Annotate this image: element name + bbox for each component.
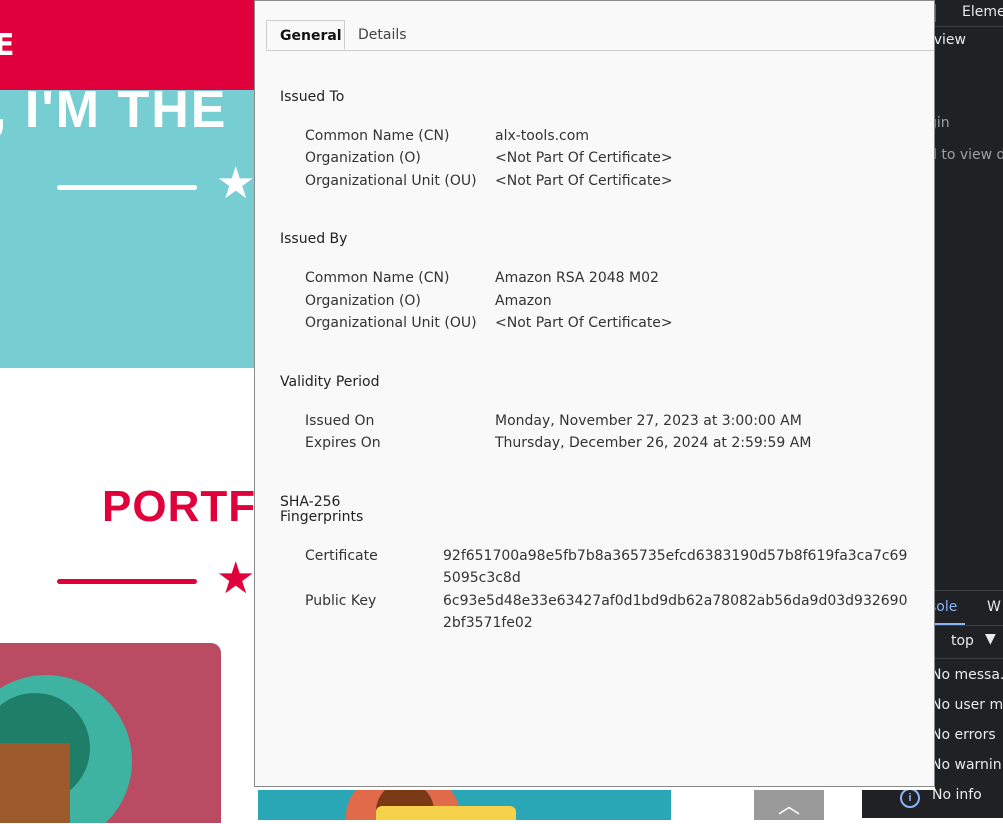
certificate-viewer-dialog: General Details Issued To Common Name (C…: [254, 0, 935, 787]
tab-console[interactable]: sole: [935, 599, 957, 615]
issued-on-label: Issued On: [305, 413, 375, 429]
portfolio-card-cabin[interactable]: [0, 643, 221, 823]
hero-divider-line: [57, 185, 197, 190]
expires-on-value: Thursday, December 26, 2024 at 2:59:59 A…: [495, 435, 812, 451]
fingerprints-heading-line2: Fingerprints: [280, 509, 364, 525]
menu-icon[interactable]: E: [0, 28, 15, 63]
issued-to-cn-label: Common Name (CN): [305, 128, 450, 144]
site-header: E: [0, 0, 255, 90]
issued-to-o-label: Organization (O): [305, 150, 421, 166]
tab-separator: [935, 4, 936, 22]
sidebar-item-messages[interactable]: No messa...: [935, 667, 1003, 683]
issued-to-ou-label: Organizational Unit (OU): [305, 173, 477, 189]
issued-to-ou-value: <Not Part Of Certificate>: [495, 173, 673, 189]
sidebar-item-warnings[interactable]: No warnin: [935, 757, 1002, 773]
fingerprints-heading-line1: SHA-256: [280, 494, 341, 510]
portfolio-divider-line: [57, 579, 197, 584]
sidebar-item-errors[interactable]: No errors: [935, 727, 996, 743]
devtools-sidebar-strip: i: [862, 790, 935, 818]
devtools-tabbar: Eleme: [935, 0, 1003, 27]
sidebar-item-info[interactable]: No info: [932, 787, 982, 803]
issued-by-heading: Issued By: [280, 231, 348, 247]
sidebar-item-user-messages[interactable]: No user m: [935, 697, 1003, 713]
portfolio-card-shop[interactable]: [258, 790, 671, 820]
portfolio-heading: PORTF: [102, 482, 257, 531]
context-selector[interactable]: top ▼: [935, 624, 1003, 659]
issued-by-ou-value: <Not Part Of Certificate>: [495, 315, 673, 331]
issued-by-o-value: Amazon: [495, 293, 552, 309]
certificate-fp-label: Certificate: [305, 548, 378, 564]
scroll-to-top-button[interactable]: ︿: [754, 790, 824, 820]
context-selector-value: top: [951, 633, 974, 649]
expires-on-label: Expires On: [305, 435, 381, 451]
main-origin-item[interactable]: gin: [935, 115, 950, 131]
tab-general[interactable]: General: [266, 20, 345, 50]
tab-whats-new[interactable]: W: [987, 599, 1001, 615]
cabin-illustration: [0, 743, 70, 823]
star-icon: ★: [216, 158, 256, 209]
tab-details[interactable]: Details: [345, 20, 425, 50]
devtools-panel: Eleme rview gin d to view d sole W top ▼…: [935, 0, 1003, 818]
issued-to-heading: Issued To: [280, 89, 345, 105]
issued-by-o-label: Organization (O): [305, 293, 421, 309]
caret-down-icon: ▼: [985, 631, 996, 647]
hero-section: , I'M THE ★: [0, 81, 256, 368]
issued-on-value: Monday, November 27, 2023 at 3:00:00 AM: [495, 413, 802, 429]
reload-hint-text: d to view d: [935, 147, 1003, 163]
issued-by-cn-value: Amazon RSA 2048 M02: [495, 270, 659, 286]
tabs-divider: [266, 50, 934, 51]
star-icon: ★: [216, 553, 256, 604]
hero-title: , I'M THE: [0, 81, 228, 139]
certificate-fp-value: 92f651700a98e5fb7b8a365735efcd6383190d57…: [443, 548, 908, 586]
issued-to-o-value: <Not Part Of Certificate>: [495, 150, 673, 166]
issued-to-cn-value: alx-tools.com: [495, 128, 589, 144]
public-key-fp-label: Public Key: [305, 593, 377, 609]
drawer-tabbar: sole W: [935, 590, 1003, 626]
tab-elements[interactable]: Eleme: [962, 4, 1003, 20]
info-icon: i: [900, 790, 920, 808]
issued-by-cn-label: Common Name (CN): [305, 270, 450, 286]
issued-by-ou-label: Organizational Unit (OU): [305, 315, 477, 331]
security-overview-item[interactable]: rview: [935, 32, 966, 48]
validity-heading: Validity Period: [280, 374, 380, 390]
fingerprints-heading: SHA-256 Fingerprints: [280, 495, 363, 525]
chevron-up-icon: ︿: [777, 794, 800, 819]
public-key-fp-value: 6c93e5d48e33e63427af0d1bd9db62a78082ab56…: [443, 593, 908, 631]
